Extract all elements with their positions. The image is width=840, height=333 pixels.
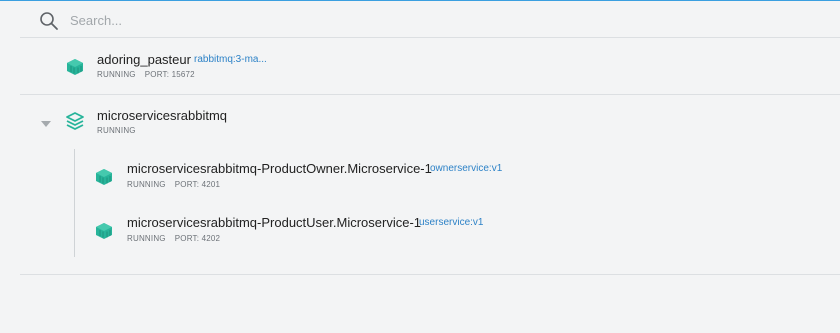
container-meta: RUNNING PORT: 4201 bbox=[127, 180, 220, 189]
status-text: RUNNING bbox=[127, 180, 166, 189]
divider bbox=[20, 94, 840, 95]
container-image-link[interactable]: userservice:v1 bbox=[419, 217, 483, 228]
container-name: microservicesrabbitmq-ProductUser.Micros… bbox=[127, 215, 422, 230]
child-container-row[interactable]: microservicesrabbitmq-ProductUser.Micros… bbox=[80, 207, 840, 252]
container-name: adoring_pasteur bbox=[97, 52, 191, 67]
status-text: RUNNING bbox=[127, 234, 166, 243]
container-image-link[interactable]: ownerservice:v1 bbox=[430, 163, 502, 174]
port-text: PORT: 4202 bbox=[174, 234, 221, 243]
port-text: PORT: 4201 bbox=[174, 180, 221, 189]
container-meta: RUNNING PORT: 4202 bbox=[127, 234, 220, 243]
search-input[interactable] bbox=[70, 10, 670, 30]
divider bbox=[20, 274, 840, 275]
search-bar bbox=[20, 2, 840, 38]
child-container-row[interactable]: microservicesrabbitmq-ProductOwner.Micro… bbox=[80, 153, 840, 198]
search-icon[interactable] bbox=[39, 11, 59, 31]
container-name: microservicesrabbitmq-ProductOwner.Micro… bbox=[127, 161, 432, 176]
container-cube-icon bbox=[67, 59, 83, 75]
stack-layers-icon bbox=[66, 112, 84, 130]
container-cube-icon bbox=[96, 223, 112, 239]
group-name[interactable]: microservicesrabbitmq bbox=[97, 108, 227, 123]
group-status: RUNNING bbox=[97, 126, 136, 135]
container-image-link[interactable]: rabbitmq:3-ma... bbox=[194, 54, 267, 65]
container-row[interactable]: adoring_pasteur rabbitmq:3-ma... RUNNING… bbox=[20, 39, 840, 94]
caret-down-icon[interactable] bbox=[40, 120, 52, 128]
container-meta: RUNNING PORT: 15672 bbox=[97, 70, 195, 79]
tree-line bbox=[74, 149, 75, 257]
container-cube-icon bbox=[96, 169, 112, 185]
status-text: RUNNING bbox=[97, 70, 136, 79]
port-text: PORT: 15672 bbox=[144, 70, 195, 79]
